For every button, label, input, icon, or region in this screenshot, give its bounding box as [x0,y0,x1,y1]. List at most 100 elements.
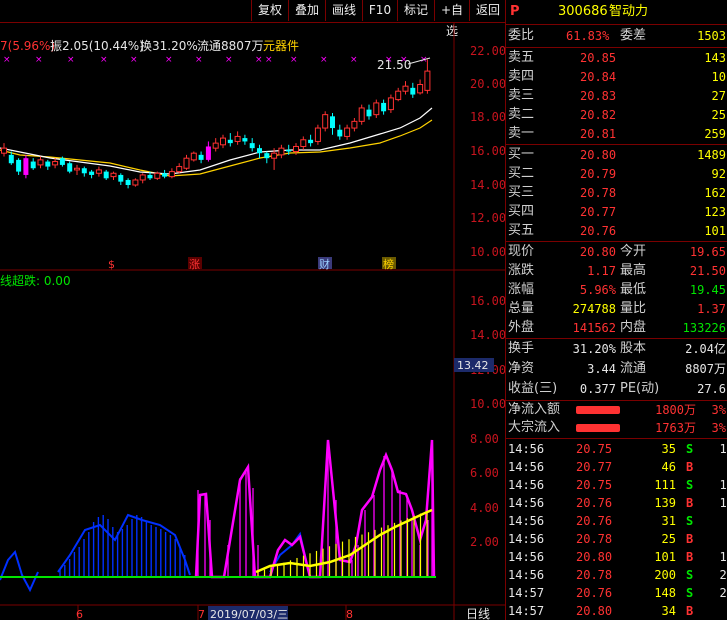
candle-body [52,161,59,166]
stat-label: 总量 [508,301,535,316]
price-chart[interactable]: 7(5.96%) 振2.05(10.44%) 换31.20% 流通8807万 元… [0,23,505,620]
ask-row: 卖二 20.82 25 [506,106,727,124]
indicator-label: 线超跌: 0.00 [0,273,71,288]
tick-side: B [686,460,694,474]
stock-name: 智动力 [609,4,649,19]
f10-button[interactable]: F10 [362,0,397,21]
period-day-button[interactable]: 日线 [466,607,490,620]
stat-label: 外盘 [508,320,535,335]
indicator-line-magenta [194,439,436,579]
fundamental-value: 0.377 [579,382,616,396]
candle-body [45,161,51,167]
indicator-tick: 16.00 [470,294,505,308]
candle-body [366,109,372,117]
bid-volume: 162 [704,186,726,200]
chart-toolbar: 复权 叠加 画线 F10 标记 +自选 返回 [0,0,506,38]
candle-body [89,171,95,175]
fundamental-value: 8807万 [685,362,726,376]
fundamental-label: 流通 [620,361,647,376]
flow-pct: 3% [711,403,726,417]
ask-volume: 10 [711,70,726,84]
committee-row: 委比 61.83% 委差 1503 [506,27,727,45]
overlay-button[interactable]: 叠加 [288,0,325,21]
tick-time: 14:56 [508,442,545,456]
tick-time: 14:56 [508,532,545,546]
tick-count: 23 [719,586,727,600]
stat-value: 21.50 [689,264,726,278]
tick-side: S [686,514,694,528]
event-marker-ranking[interactable]: 榜 [383,257,394,271]
candle-body [373,102,380,116]
date-tick: 7 [198,608,205,620]
indicator-axis: 16.00 14.00 12.00 10.00 8.00 6.00 4.00 2… [470,294,505,549]
amplitude-text: 振2.05(10.44%) [50,39,144,53]
tick-time: 14:56 [508,496,545,510]
stat-label: 内盘 [620,320,647,335]
candle-body [322,114,329,129]
price-tick: 18.00 [470,110,505,124]
back-button[interactable]: 返回 [469,0,506,21]
candle-body [132,179,139,186]
tick-volume: 31 [661,514,676,528]
indicator-bars [0,439,436,593]
svg-text:×: × [67,55,75,65]
tick-side: S [686,568,694,582]
svg-text:×: × [165,55,173,65]
ask-volume: 25 [711,108,726,122]
fundamental-label: 净资 [508,361,535,376]
tick-price: 20.75 [576,478,613,492]
bid-price: 20.80 [580,148,617,162]
bid-row: 买三 20.78 162 [506,184,727,202]
fundamental-label: 收益(三) [508,381,558,396]
mark-button[interactable]: 标记 [397,0,434,21]
event-marker-finance[interactable]: 财 [319,257,330,271]
stat-label: 现价 [508,244,535,259]
tick-time: 14:57 [508,604,545,618]
cursor-date: 2019/07/03/三 [210,608,288,620]
candle-body [30,161,36,169]
ask-label: 卖二 [508,107,535,122]
tick-price: 20.77 [576,460,613,474]
event-marker-limit-up[interactable]: 涨 [189,258,200,271]
stat-row: 现价 20.80 今开 19.65 [506,243,727,261]
candle-body [103,171,109,179]
indicator-tick: 6.00 [470,466,499,480]
candle-body [190,152,197,161]
change-pct-text: 7(5.96%) [0,39,55,53]
add-watchlist-button[interactable]: +自选 [434,0,469,38]
fundamental-value: 27.6 [697,382,726,396]
stat-value: 133226 [682,321,726,335]
event-marker-dollar[interactable]: $ [108,258,115,271]
restore-rights-button[interactable]: 复权 [251,0,288,21]
bid-volume: 92 [711,167,726,181]
candle-body [381,102,387,112]
tick-side: S [686,478,694,492]
svg-text:×: × [350,55,358,65]
tick-price: 20.78 [576,532,613,546]
tick-side: S [686,442,694,456]
tick-count: 25 [719,568,727,582]
ask-volume: 259 [704,127,726,141]
candle-body [417,84,424,94]
svg-text:×: × [195,55,203,65]
p-marker: P [510,4,520,19]
flow-pct: 3% [711,421,726,435]
draw-line-button[interactable]: 画线 [325,0,362,21]
candle-body [424,70,431,91]
candle-body [95,169,102,174]
bid-row: 买二 20.79 92 [506,165,727,183]
candle-body [337,129,343,137]
current-value: 13.42 [457,359,489,372]
candle-body [212,142,219,149]
candle-body [249,143,255,149]
svg-text:×: × [100,55,108,65]
stock-code: 300686 [558,4,608,19]
bid-row: 买四 20.77 123 [506,203,727,221]
tick-price: 20.76 [576,496,613,510]
stat-value: 5.96% [579,283,616,297]
tick-time: 14:56 [508,478,545,492]
candle-body [264,153,270,159]
indicator-line-blue [0,549,39,593]
price-tick: 22.00 [470,44,505,58]
stat-value: 20.80 [579,245,616,259]
